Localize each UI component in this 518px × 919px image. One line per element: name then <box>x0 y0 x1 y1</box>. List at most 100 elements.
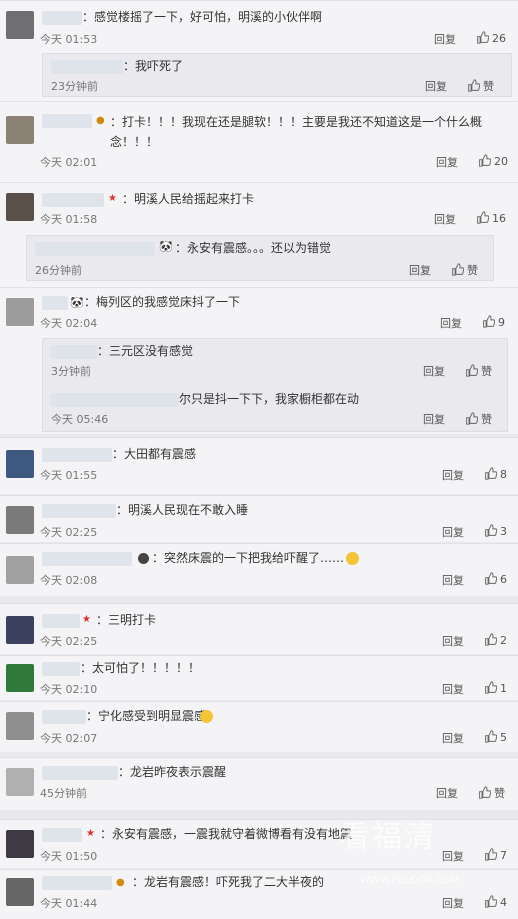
reply-button[interactable]: 回复 <box>442 681 464 697</box>
avatar[interactable] <box>6 768 34 796</box>
watermark-url: WWW.FQLOOK.COM <box>360 875 460 886</box>
star-badge-icon: ★ <box>108 193 117 204</box>
avatar[interactable] <box>6 298 34 326</box>
comment-card: ：宁化感受到明显震感 今天 02:07 回复 5 <box>0 701 518 752</box>
avatar[interactable] <box>6 712 34 740</box>
avatar[interactable] <box>6 450 34 478</box>
username[interactable] <box>42 828 82 842</box>
like-label: 赞 <box>481 365 492 378</box>
star-badge-icon: ★ <box>82 614 91 625</box>
like-button[interactable]: 2 <box>484 633 507 647</box>
like-button[interactable]: 16 <box>476 211 506 225</box>
like-button[interactable]: 6 <box>484 572 507 586</box>
reply-button[interactable]: 回复 <box>442 633 464 649</box>
like-button[interactable]: 5 <box>484 730 507 744</box>
like-button[interactable]: 赞 <box>451 262 478 278</box>
avatar[interactable] <box>6 616 34 644</box>
avatar[interactable] <box>6 506 34 534</box>
like-label: 赞 <box>483 80 494 93</box>
like-button[interactable]: 赞 <box>478 785 505 801</box>
like-count: 7 <box>500 849 507 862</box>
avatar[interactable] <box>6 11 34 39</box>
reply-text: ：永安有震感。。。还以为错觉 <box>175 241 332 255</box>
reply-button[interactable]: 回复 <box>425 78 447 94</box>
reply-button[interactable]: 回复 <box>442 895 464 911</box>
username[interactable] <box>42 766 118 780</box>
like-button[interactable]: 3 <box>484 524 507 538</box>
username[interactable] <box>35 242 155 256</box>
reply-button[interactable]: 回复 <box>442 848 464 864</box>
username[interactable] <box>42 193 104 207</box>
panda-emoji-icon: 🐼 <box>70 296 84 309</box>
reply-button[interactable]: 回复 <box>440 315 462 331</box>
thumbs-up-icon <box>485 730 498 743</box>
username[interactable] <box>42 614 80 628</box>
reply-time: 23分钟前 <box>51 80 98 93</box>
avatar[interactable] <box>6 878 34 906</box>
username[interactable] <box>42 11 82 25</box>
username[interactable] <box>42 504 116 518</box>
like-button[interactable]: 8 <box>484 467 507 481</box>
crying-laughing-emoji-icon <box>346 552 359 565</box>
reply-button[interactable]: 回复 <box>423 411 445 427</box>
thumbs-up-icon <box>485 524 498 537</box>
thumbs-up-icon <box>479 786 492 799</box>
badge-icon <box>138 553 149 564</box>
thumbs-up-icon <box>479 154 492 167</box>
username[interactable] <box>42 296 68 310</box>
reply-button[interactable]: 回复 <box>434 31 456 47</box>
avatar[interactable] <box>6 664 34 692</box>
username[interactable] <box>51 60 123 74</box>
reply-button[interactable]: 回复 <box>442 524 464 540</box>
comment-time: 今天 02:07 <box>40 732 98 745</box>
thumbs-up-icon <box>466 412 479 425</box>
username[interactable] <box>42 448 112 462</box>
comment-time: 今天 02:25 <box>40 635 98 648</box>
like-button[interactable]: 26 <box>476 31 506 45</box>
reply-button[interactable]: 回复 <box>409 262 431 278</box>
comment-time: 今天 02:04 <box>40 317 98 330</box>
comment-text: ：梅列区的我感觉床抖了一下 <box>84 295 241 309</box>
like-button[interactable]: 1 <box>484 681 507 695</box>
reply-time: 3分钟前 <box>51 365 91 378</box>
comment-text: ：龙岩有震感！吓死我了二大半夜的 <box>132 875 325 889</box>
comment-time: 今天 01:50 <box>40 850 98 863</box>
like-button[interactable]: 4 <box>484 895 507 909</box>
username[interactable] <box>42 710 86 724</box>
username[interactable] <box>51 393 179 407</box>
username[interactable] <box>42 552 132 566</box>
like-count: 16 <box>492 212 506 225</box>
avatar[interactable] <box>6 193 34 221</box>
like-count: 20 <box>494 155 508 168</box>
comment-text: ：太可怕了！！！！！ <box>80 661 201 675</box>
reply-button[interactable]: 回复 <box>442 572 464 588</box>
reply-button[interactable]: 回复 <box>436 154 458 170</box>
reply-button[interactable]: 回复 <box>423 363 445 379</box>
reply-button[interactable]: 回复 <box>442 467 464 483</box>
comment-text: ：打卡！！！我现在还是腿软！！！主要是我还不知道这是一个什么概念！！！ <box>110 115 483 149</box>
like-button[interactable]: 赞 <box>465 411 492 427</box>
like-count: 6 <box>500 573 507 586</box>
reply-button[interactable]: 回复 <box>436 785 458 801</box>
avatar[interactable] <box>6 830 34 858</box>
comment-time: 今天 01:55 <box>40 469 98 482</box>
like-button[interactable]: 赞 <box>465 363 492 379</box>
comment-text: ：感觉楼摇了一下，好可怕，明溪的小伙伴啊 <box>82 10 323 24</box>
username[interactable] <box>42 876 112 890</box>
username[interactable] <box>42 114 92 128</box>
avatar[interactable] <box>6 556 34 584</box>
like-button[interactable]: 20 <box>478 154 508 168</box>
username[interactable] <box>51 345 97 359</box>
like-label: 赞 <box>481 413 492 426</box>
like-button[interactable]: 赞 <box>467 78 494 94</box>
like-button[interactable]: 9 <box>482 315 505 329</box>
username[interactable] <box>42 662 80 676</box>
avatar[interactable] <box>6 116 34 144</box>
reply-box: ：三元区没有感觉 3分钟前 回复 赞 尔只是抖一下下，我家橱柜都在动 今天 05… <box>42 338 508 432</box>
comment-text: ：明溪人民给摇起来打卡 <box>122 192 255 206</box>
like-button[interactable]: 7 <box>484 848 507 862</box>
like-count: 26 <box>492 32 506 45</box>
reply-box: 🐼 ：永安有震感。。。还以为错觉 26分钟前 回复 赞 <box>26 235 494 281</box>
reply-button[interactable]: 回复 <box>434 211 456 227</box>
reply-button[interactable]: 回复 <box>442 730 464 746</box>
